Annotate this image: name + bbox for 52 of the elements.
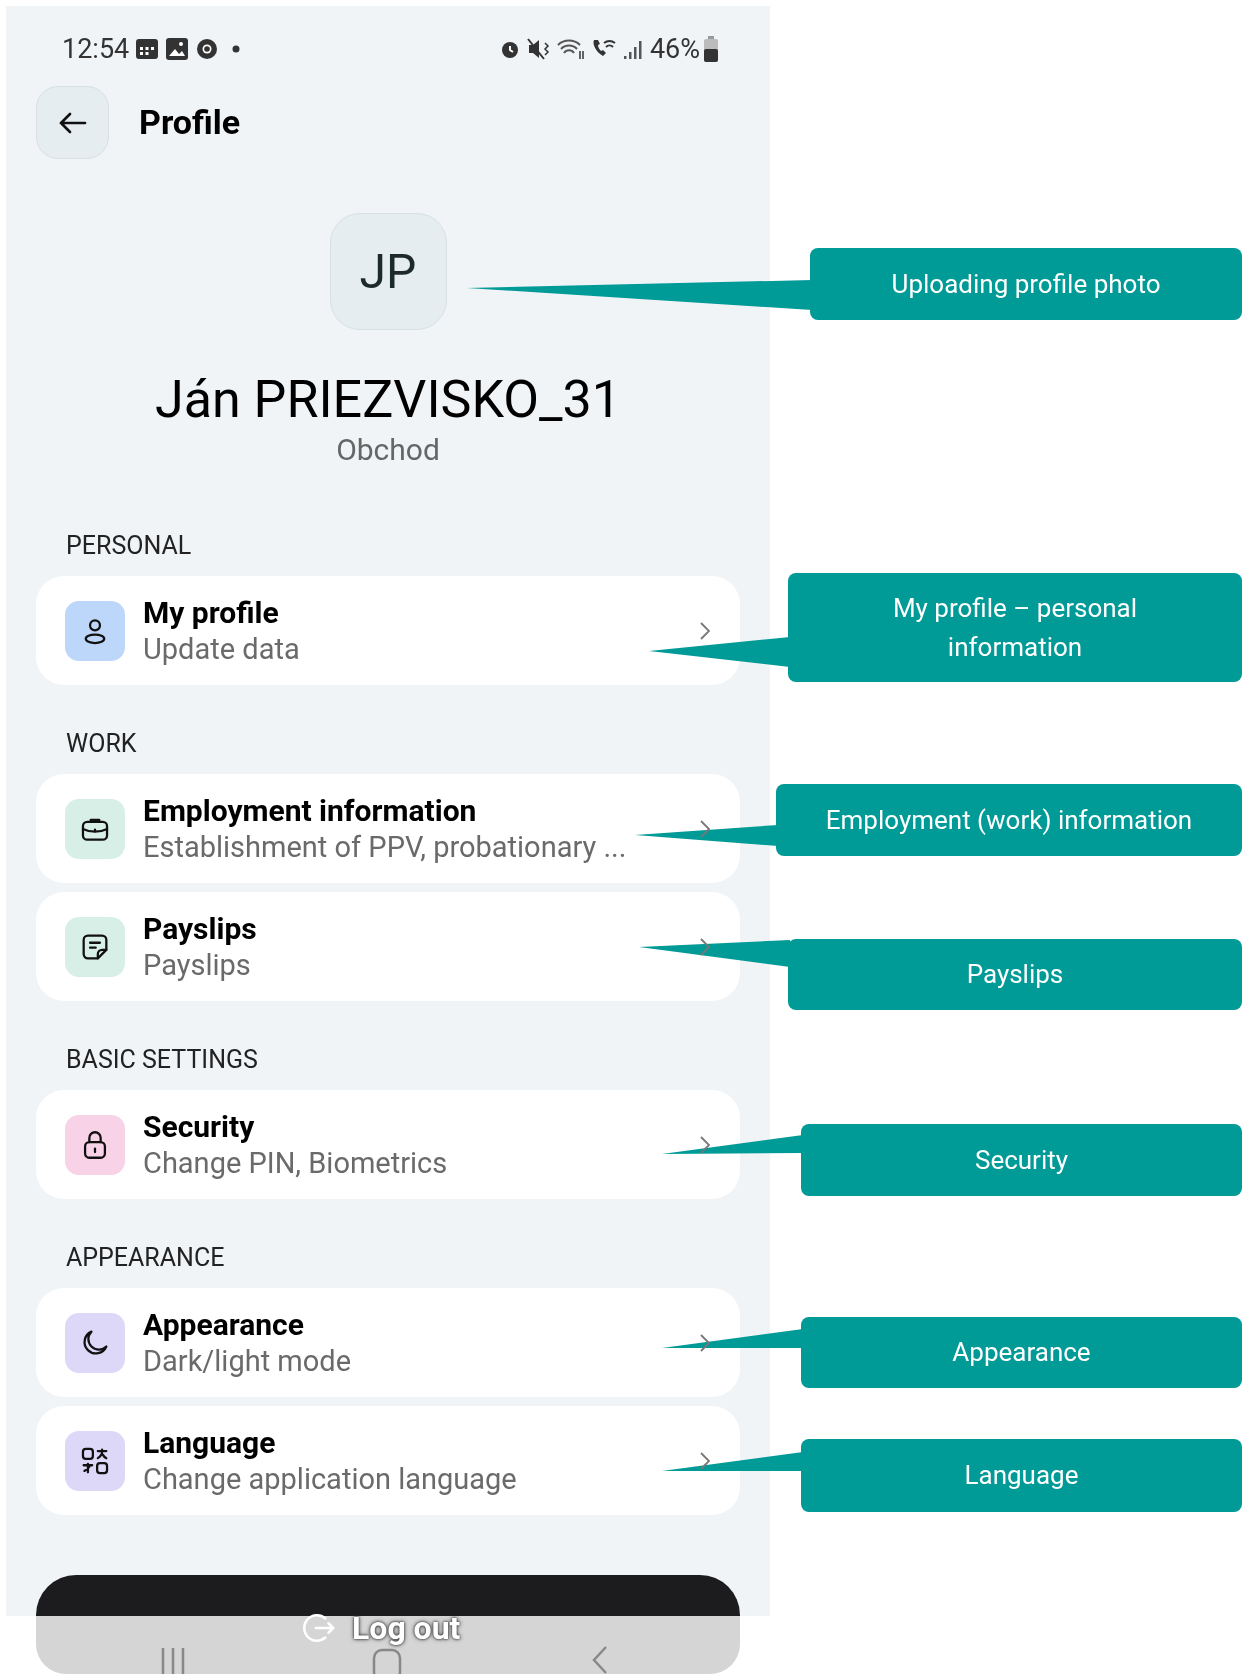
chevron-right-icon	[700, 937, 710, 956]
wifi-icon	[555, 37, 586, 61]
item-subtitle: Establishment of PPV, probationary ...	[143, 828, 628, 865]
section-heading: BASIC SETTINGS	[65, 1044, 259, 1077]
annotation-callout: Appearance	[801, 1317, 1242, 1388]
menu-item[interactable]: Language Change application language	[36, 1406, 740, 1515]
annotation-callout: My profile – personal information	[788, 573, 1242, 682]
chevron-right-icon	[700, 819, 710, 838]
item-title: Security	[143, 1108, 256, 1145]
notification-dot-icon	[231, 44, 242, 54]
chevron-right-icon	[700, 1451, 710, 1470]
item-subtitle: Update data	[143, 630, 301, 667]
avatar[interactable]: JP	[329, 213, 447, 330]
annotation-callout: Employment (work) information	[776, 784, 1242, 856]
battery-percent: 46%	[649, 31, 700, 67]
calendar-icon	[135, 37, 160, 61]
menu-item[interactable]: Security Change PIN, Biometrics	[36, 1090, 740, 1199]
annotation-callout: Payslips	[788, 939, 1242, 1010]
section-heading: PERSONAL	[65, 530, 193, 563]
chevron-right-icon	[700, 1333, 710, 1352]
menu-item[interactable]: My profile Update data	[36, 576, 740, 685]
item-title: Language	[143, 1424, 277, 1461]
section-heading: APPEARANCE	[65, 1242, 226, 1275]
menu-item[interactable]: Appearance Dark/light mode	[36, 1288, 740, 1397]
battery-icon	[704, 36, 718, 62]
annotation-callout: Language	[801, 1439, 1242, 1512]
item-subtitle: Dark/light mode	[143, 1342, 353, 1379]
item-subtitle: Change application language	[143, 1460, 518, 1497]
browser-icon	[195, 37, 220, 61]
item-subtitle: Payslips	[143, 946, 252, 983]
chevron-right-icon	[700, 1135, 710, 1154]
annotation-callout: Uploading profile photo	[810, 248, 1242, 320]
menu-item[interactable]: Payslips Payslips	[36, 892, 740, 1001]
back-nav-icon[interactable]	[590, 1645, 610, 1674]
item-title: My profile	[143, 594, 280, 631]
page-title: Profile	[139, 101, 241, 144]
logout-label: Log out	[352, 1608, 461, 1649]
department: Obchod	[336, 432, 440, 468]
user-name: Ján PRIEZVISKO_31	[155, 370, 621, 430]
mute-icon	[525, 37, 552, 61]
item-title: Employment information	[143, 792, 478, 829]
menu-item[interactable]: Employment information Establishment of PPV, probationary ...	[36, 774, 740, 883]
item-title: Appearance	[143, 1306, 305, 1343]
chevron-right-icon	[700, 621, 710, 640]
item-title: Payslips	[143, 910, 258, 947]
annotation-callout: Security	[801, 1124, 1242, 1196]
image-icon	[165, 37, 190, 61]
back-button[interactable]	[36, 86, 109, 159]
item-subtitle: Change PIN, Biometrics	[143, 1144, 449, 1181]
home-icon[interactable]	[372, 1648, 402, 1674]
section-heading: WORK	[65, 728, 138, 761]
status-time: 12:54	[62, 31, 130, 67]
